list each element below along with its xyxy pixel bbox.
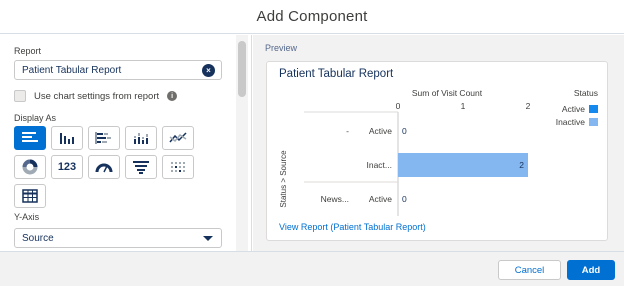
- modal-title: Add Component: [256, 8, 368, 25]
- display-as-label: Display As: [14, 113, 57, 123]
- component-settings-panel: Report Patient Tabular Report × Use char…: [0, 35, 252, 251]
- legend-label: Inactive: [556, 117, 586, 127]
- gauge-button[interactable]: [88, 155, 120, 179]
- data-label: 2: [519, 160, 524, 170]
- modal-footer: Cancel Add: [0, 251, 624, 286]
- preview-card: Patient Tabular Report Sum of Visit Coun…: [266, 61, 608, 241]
- stacked-horizontal-bar-icon: [95, 132, 111, 144]
- legend-swatch: [589, 105, 598, 113]
- donut-chart-button[interactable]: [14, 155, 46, 179]
- category-label: Active: [369, 194, 392, 204]
- table-icon: [22, 189, 38, 203]
- vertical-bar-chart-button[interactable]: [51, 126, 83, 150]
- chart-settings-option[interactable]: Use chart settings from report i: [14, 90, 178, 102]
- category-label: Active: [369, 126, 392, 136]
- yaxis-label: Y-Axis: [14, 212, 40, 222]
- chevron-down-icon: [203, 236, 213, 241]
- group-label: -: [346, 126, 349, 136]
- report-field[interactable]: Patient Tabular Report ×: [14, 60, 222, 80]
- yaxis-select[interactable]: Source: [14, 228, 222, 248]
- chart: Sum of Visit Count Status Status > Sourc…: [279, 88, 598, 216]
- preview-label: Preview: [265, 43, 298, 53]
- category-label: Inact...: [366, 160, 392, 170]
- y-axis-title: Status > Source: [279, 150, 288, 208]
- report-label: Report: [14, 46, 42, 56]
- funnel-button[interactable]: [125, 155, 157, 179]
- stacked-horizontal-bar-button[interactable]: [88, 126, 120, 150]
- scroll-thumb[interactable]: [238, 41, 246, 97]
- yaxis-value: Source: [22, 232, 54, 244]
- chart-settings-label: Use chart settings from report: [34, 90, 160, 102]
- data-label: 0: [402, 194, 407, 204]
- gauge-icon: [95, 163, 113, 173]
- x-tick-label: 0: [396, 101, 401, 111]
- scatter-icon: [171, 162, 185, 172]
- table-button[interactable]: [14, 184, 46, 208]
- scatter-button[interactable]: [162, 155, 194, 179]
- funnel-icon: [133, 161, 149, 174]
- data-label: 0: [402, 126, 407, 136]
- left-panel-scrollbar[interactable]: [236, 35, 248, 251]
- group-label: News...: [321, 194, 349, 204]
- donut-chart-icon: [22, 159, 38, 175]
- metric-button[interactable]: 123: [51, 155, 83, 179]
- view-report-link[interactable]: View Report (Patient Tabular Report): [279, 222, 426, 232]
- add-button[interactable]: Add: [567, 260, 615, 280]
- chart-title: Sum of Visit Count: [412, 88, 483, 98]
- line-chart-button[interactable]: [162, 126, 194, 150]
- metric-icon: 123: [57, 161, 77, 173]
- legend-label: Active: [562, 104, 585, 114]
- line-chart-icon: [169, 132, 187, 143]
- bar: [398, 153, 528, 177]
- vertical-bar-chart-icon: [60, 133, 74, 144]
- chart-settings-checkbox[interactable]: [14, 90, 26, 102]
- legend-swatch: [589, 118, 598, 126]
- report-value: Patient Tabular Report: [22, 64, 122, 76]
- preview-panel: Preview Patient Tabular Report Sum of Vi…: [253, 35, 624, 251]
- stacked-vertical-bar-button[interactable]: [125, 126, 157, 150]
- legend-title: Status: [574, 88, 598, 98]
- modal-header: Add Component: [0, 0, 624, 34]
- info-icon[interactable]: i: [167, 91, 178, 101]
- card-title: Patient Tabular Report: [279, 68, 394, 80]
- horizontal-bar-chart-icon: [22, 132, 38, 142]
- x-tick-label: 1: [461, 101, 466, 111]
- horizontal-bar-chart-button[interactable]: [14, 126, 46, 150]
- clear-icon[interactable]: ×: [202, 64, 215, 77]
- x-tick-label: 2: [526, 101, 531, 111]
- stacked-vertical-bar-icon: [134, 133, 148, 144]
- cancel-button[interactable]: Cancel: [498, 260, 561, 280]
